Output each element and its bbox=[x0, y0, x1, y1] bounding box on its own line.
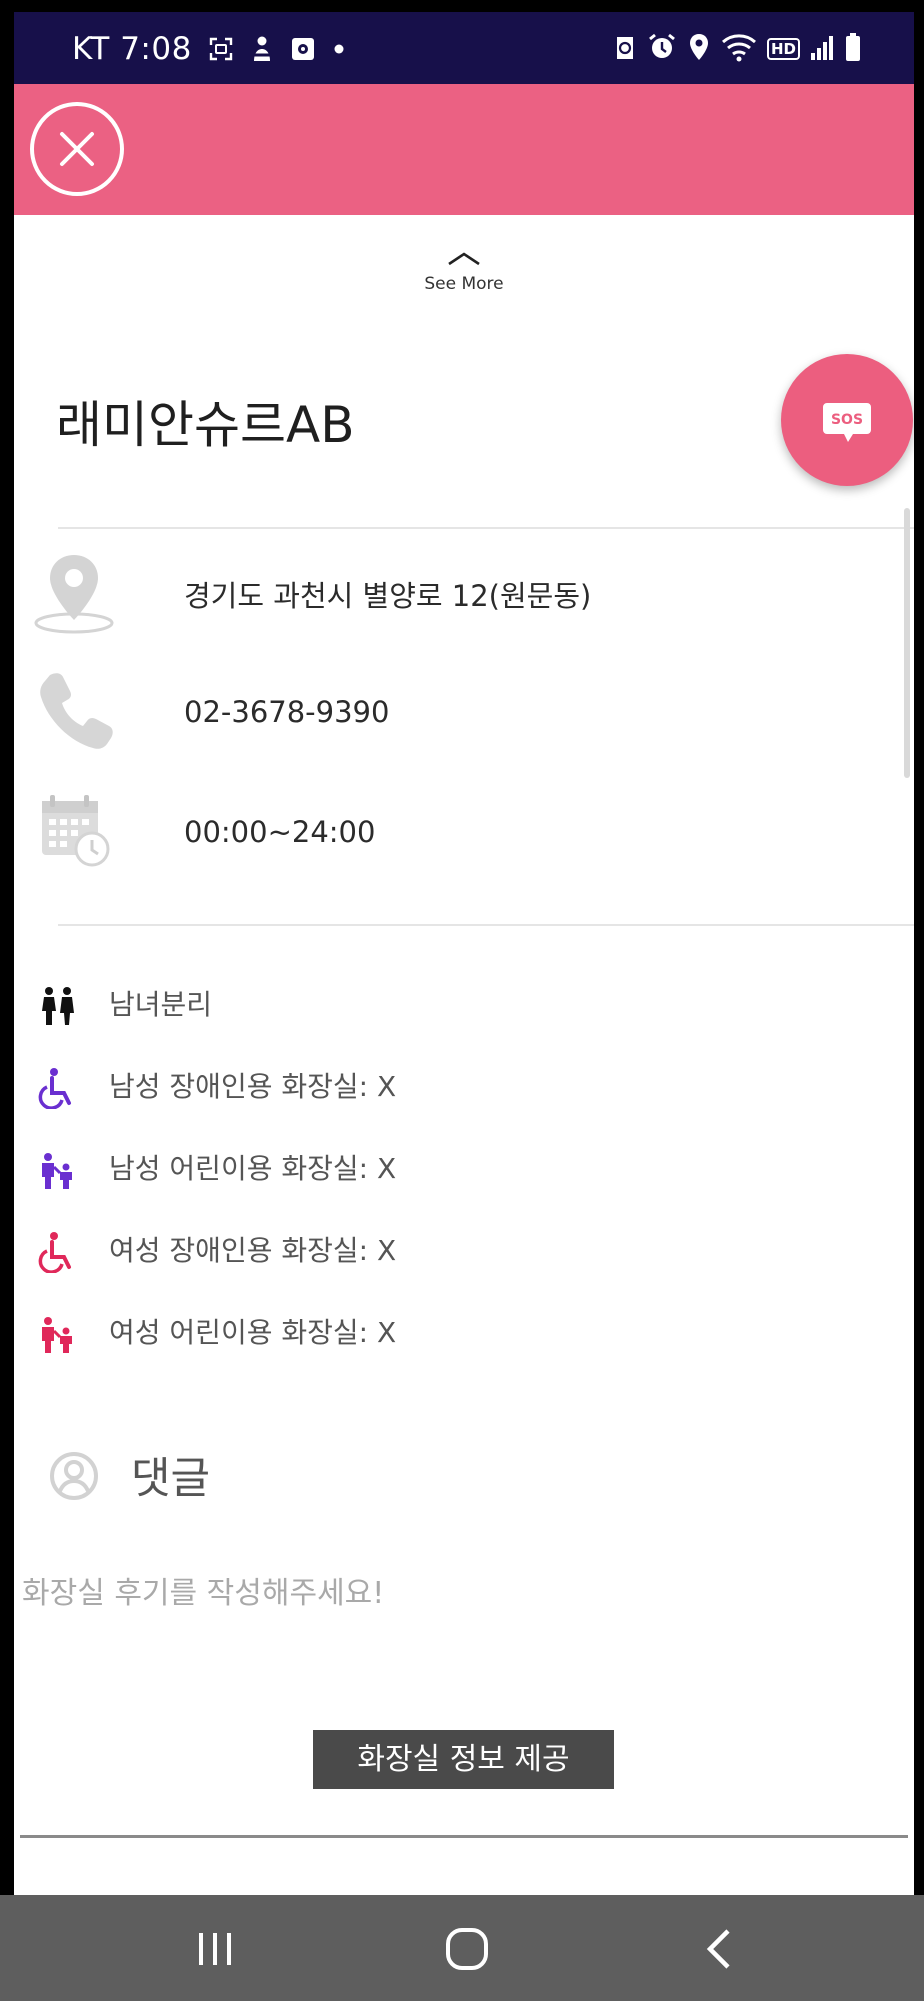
navigation-bar bbox=[0, 1895, 924, 2001]
person-icon bbox=[250, 35, 274, 63]
feature-label: 여성 어린이용 화장실: X bbox=[109, 1316, 397, 1349]
child-toilet-icon bbox=[42, 1317, 72, 1353]
app-header bbox=[14, 84, 914, 215]
app-notification-icon bbox=[613, 33, 637, 65]
gender-separated-icon bbox=[42, 987, 74, 1025]
alarm-icon bbox=[647, 32, 677, 66]
child-toilet-icon bbox=[42, 1153, 72, 1189]
address-row: 경기도 과천시 별양로 12(원문동) bbox=[14, 545, 914, 635]
home-button[interactable] bbox=[437, 1921, 497, 1977]
sos-chat-icon: SOS bbox=[823, 403, 871, 442]
phone-text: 02-3678-9390 bbox=[184, 695, 390, 729]
feature-male-child: 남성 어린이용 화장실: X bbox=[14, 1143, 914, 1193]
feature-female-child: 여성 어린이용 화장실: X bbox=[14, 1307, 914, 1357]
screen-capture-icon bbox=[208, 36, 234, 62]
status-time: KT 7:08 bbox=[72, 31, 192, 67]
divider bbox=[58, 527, 914, 529]
feature-label: 남성 장애인용 화장실: X bbox=[109, 1070, 397, 1103]
divider bbox=[58, 924, 914, 926]
location-pin-icon bbox=[34, 555, 114, 634]
user-icon bbox=[50, 1452, 98, 1500]
phone-icon bbox=[40, 673, 113, 749]
status-bar: KT 7:08 HD bbox=[14, 12, 914, 84]
scrollbar[interactable] bbox=[904, 508, 910, 778]
location-icon bbox=[687, 32, 711, 66]
wheelchair-icon bbox=[38, 1232, 71, 1273]
close-icon bbox=[60, 132, 94, 166]
status-right: HD bbox=[613, 32, 862, 66]
back-icon bbox=[706, 1929, 730, 1969]
feature-gender-separated: 남녀분리 bbox=[14, 979, 914, 1029]
calendar-clock-icon bbox=[42, 795, 110, 867]
phone-row[interactable]: 02-3678-9390 bbox=[14, 665, 914, 755]
feature-label: 여성 장애인용 화장실: X bbox=[109, 1234, 397, 1267]
hours-row: 00:00~24:00 bbox=[14, 783, 914, 873]
address-text: 경기도 과천시 별양로 12(원문동) bbox=[184, 579, 592, 613]
chevron-up-icon bbox=[448, 252, 480, 266]
close-button[interactable] bbox=[30, 102, 124, 196]
recent-apps-button[interactable] bbox=[185, 1921, 245, 1977]
see-more-button[interactable]: See More bbox=[384, 250, 544, 294]
feature-male-accessible: 남성 장애인용 화장실: X bbox=[14, 1061, 914, 1111]
recent-apps-icon bbox=[199, 1933, 231, 1965]
hours-text: 00:00~24:00 bbox=[184, 815, 376, 849]
feature-label: 남성 어린이용 화장실: X bbox=[109, 1152, 397, 1185]
wifi-icon bbox=[721, 32, 757, 66]
feature-label: 남녀분리 bbox=[109, 988, 213, 1021]
feature-female-accessible: 여성 장애인용 화장실: X bbox=[14, 1225, 914, 1275]
divider bbox=[20, 1835, 908, 1838]
back-button[interactable] bbox=[690, 1921, 750, 1977]
media-icon bbox=[290, 36, 316, 62]
comment-header: 댓글 bbox=[14, 1440, 914, 1510]
signal-icon bbox=[810, 33, 834, 65]
battery-icon bbox=[844, 32, 862, 66]
see-more-label: See More bbox=[424, 274, 504, 294]
phone-screen: KT 7:08 HD See More 래미안슈르AB SOS 경기도 과천시 … bbox=[0, 0, 924, 2001]
sos-button[interactable]: SOS bbox=[781, 354, 913, 486]
wheelchair-icon bbox=[38, 1068, 71, 1109]
hd-icon: HD bbox=[766, 38, 800, 60]
detail-panel: See More 래미안슈르AB SOS 경기도 과천시 별양로 12(원문동)… bbox=[14, 215, 914, 1895]
review-input[interactable] bbox=[22, 1565, 882, 1621]
comment-title: 댓글 bbox=[131, 1454, 211, 1504]
place-title: 래미안슈르AB bbox=[56, 396, 355, 454]
dot-icon bbox=[332, 42, 346, 56]
status-left: KT 7:08 bbox=[72, 31, 346, 67]
home-icon bbox=[446, 1928, 488, 1970]
video-caption: 화장실 정보 제공 bbox=[313, 1730, 614, 1789]
sos-label: SOS bbox=[831, 412, 863, 428]
